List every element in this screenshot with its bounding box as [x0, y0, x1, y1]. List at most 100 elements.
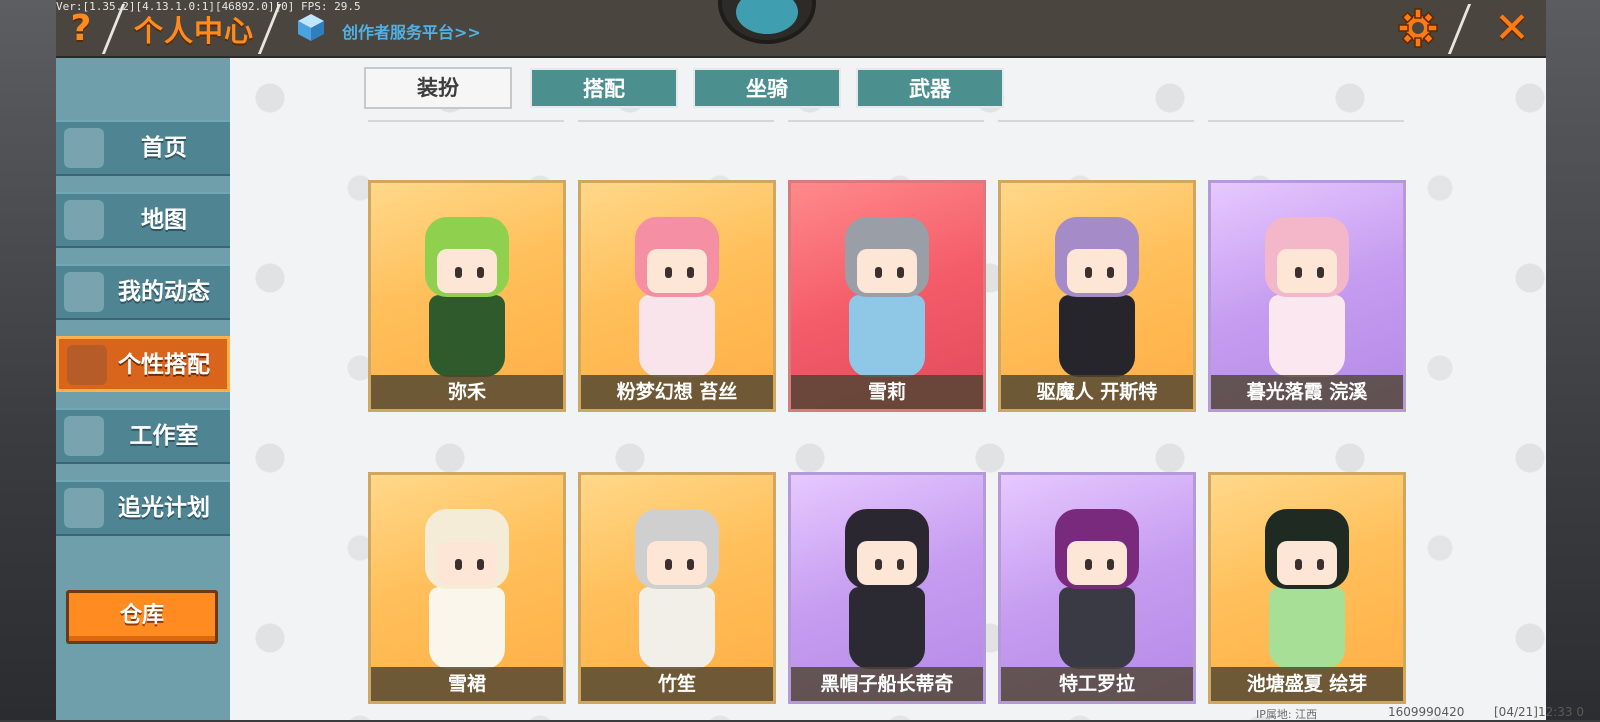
character-eye: [1107, 267, 1114, 278]
character-eye: [1295, 267, 1302, 278]
character-eye: [897, 559, 904, 570]
character-face: [1277, 249, 1337, 293]
user-id: 1609990420: [1388, 705, 1465, 719]
bell-icon: [64, 272, 104, 312]
sidebar-item-label: 个性搭配: [118, 352, 210, 378]
character-body: [429, 587, 505, 669]
character-face: [1067, 249, 1127, 293]
home-icon: [64, 128, 104, 168]
divider: [1208, 120, 1404, 122]
sidebar-item-activity[interactable]: 我的动态: [56, 264, 230, 320]
tab-mount[interactable]: 坐骑: [693, 68, 841, 108]
studio-icon: [64, 416, 104, 456]
outfit-name: 池塘盛夏 绘芽: [1211, 667, 1403, 701]
character-face: [1067, 541, 1127, 585]
character-body: [429, 295, 505, 377]
question-icon[interactable]: ?: [64, 8, 98, 50]
tab-match[interactable]: 搭配: [530, 68, 678, 108]
tab-weapon[interactable]: 武器: [856, 68, 1004, 108]
mascot-face: [736, 0, 798, 34]
sidebar-item-map[interactable]: 地图: [56, 192, 230, 248]
sidebar-item-label: 地图: [141, 207, 187, 233]
outfit-name: 弥禾: [371, 375, 563, 409]
character-face: [437, 541, 497, 585]
outfit-card[interactable]: 粉梦幻想 苔丝: [578, 180, 776, 412]
character-eye: [665, 267, 672, 278]
outfit-name: 雪莉: [791, 375, 983, 409]
character-face: [647, 541, 707, 585]
outfit-name: 黑帽子船长蒂奇: [791, 667, 983, 701]
character-body: [1059, 295, 1135, 377]
character-eye: [477, 267, 484, 278]
character-face: [1277, 541, 1337, 585]
outfit-name: 驱魔人 开斯特: [1001, 375, 1193, 409]
close-icon[interactable]: ✕: [1490, 6, 1534, 50]
divider: [578, 120, 774, 122]
character-eye: [1107, 559, 1114, 570]
light-icon: [64, 488, 104, 528]
sidebar-item-light-plan[interactable]: 追光计划: [56, 480, 230, 536]
character-body: [849, 295, 925, 377]
map-icon: [64, 200, 104, 240]
character-eye: [875, 559, 882, 570]
character-body: [639, 587, 715, 669]
divider: [788, 120, 984, 122]
background-scene-right: [1546, 0, 1600, 720]
cube-icon[interactable]: [296, 12, 326, 42]
character-eye: [687, 559, 694, 570]
outfit-icon: [67, 345, 107, 385]
outfit-name: 竹笙: [581, 667, 773, 701]
character-eye: [455, 267, 462, 278]
debug-info: Ver:[1.35.2][4.13.1.0:1][46892.0][0] FPS…: [56, 0, 361, 13]
character-body: [639, 295, 715, 377]
sidebar-item-label: 我的动态: [118, 279, 210, 305]
divider: [998, 120, 1194, 122]
outfit-name: 粉梦幻想 苔丝: [581, 375, 773, 409]
outfit-card[interactable]: 暮光落霞 浣溪: [1208, 180, 1406, 412]
character-eye: [1295, 559, 1302, 570]
outfit-name: 雪裙: [371, 667, 563, 701]
outfit-name: 特工罗拉: [1001, 667, 1193, 701]
sidebar-item-outfit[interactable]: 个性搭配: [56, 336, 230, 392]
outfit-card[interactable]: 黑帽子船长蒂奇: [788, 472, 986, 704]
character-eye: [1317, 267, 1324, 278]
character-body: [1269, 295, 1345, 377]
outfit-card[interactable]: 特工罗拉: [998, 472, 1196, 704]
character-eye: [477, 559, 484, 570]
sidebar-item-studio[interactable]: 工作室: [56, 408, 230, 464]
character-eye: [455, 559, 462, 570]
character-eye: [687, 267, 694, 278]
outfit-card[interactable]: 雪裙: [368, 472, 566, 704]
character-body: [1059, 587, 1135, 669]
character-face: [857, 541, 917, 585]
divider: [368, 120, 564, 122]
outfit-name: 暮光落霞 浣溪: [1211, 375, 1403, 409]
character-eye: [897, 267, 904, 278]
character-face: [857, 249, 917, 293]
warehouse-button[interactable]: 仓库: [66, 590, 218, 644]
sidebar-item-label: 首页: [141, 135, 187, 161]
character-eye: [1317, 559, 1324, 570]
timestamp: [04/21]12:33 0: [1494, 705, 1584, 719]
character-eye: [1085, 267, 1092, 278]
gear-icon[interactable]: [1396, 6, 1440, 50]
outfit-card[interactable]: 池塘盛夏 绘芽: [1208, 472, 1406, 704]
background-scene-left: [0, 0, 56, 720]
tab-dressup[interactable]: 装扮: [364, 67, 512, 109]
character-eye: [875, 267, 882, 278]
sidebar-item-home[interactable]: 首页: [56, 120, 230, 176]
character-eye: [665, 559, 672, 570]
character-face: [647, 249, 707, 293]
outfit-card[interactable]: 驱魔人 开斯特: [998, 180, 1196, 412]
creator-platform-link[interactable]: 创作者服务平台>>: [342, 19, 481, 43]
outfit-card[interactable]: 雪莉: [788, 180, 986, 412]
character-body: [1269, 587, 1345, 669]
sidebar-item-label: 追光计划: [118, 495, 210, 521]
outfit-card[interactable]: 竹笙: [578, 472, 776, 704]
outfit-card[interactable]: 弥禾: [368, 180, 566, 412]
page-title: 个人中心: [134, 14, 255, 48]
character-eye: [1085, 559, 1092, 570]
character-body: [849, 587, 925, 669]
sidebar-item-label: 工作室: [129, 423, 199, 449]
character-face: [437, 249, 497, 293]
